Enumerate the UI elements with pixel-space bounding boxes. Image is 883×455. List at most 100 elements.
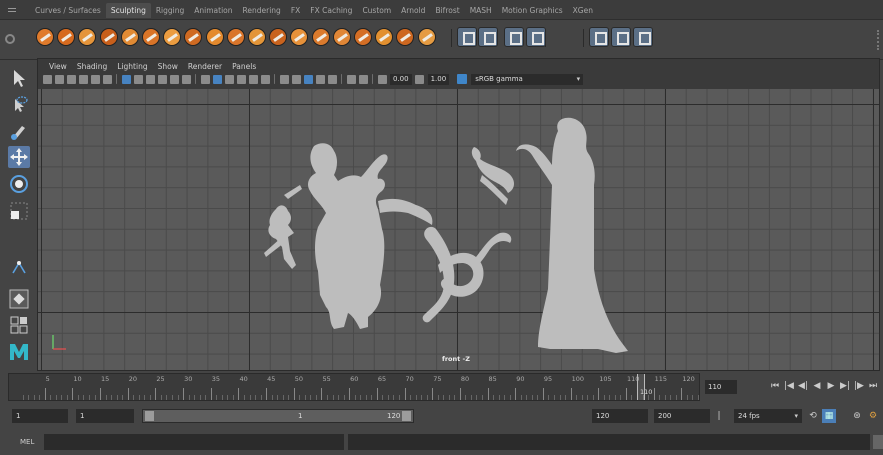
sculpt-tool-icon[interactable] bbox=[375, 28, 394, 46]
freeze-icon[interactable] bbox=[457, 27, 477, 47]
shelf-tab[interactable]: MASH bbox=[465, 3, 497, 18]
select-tool-icon[interactable] bbox=[8, 67, 30, 89]
shelf-tab[interactable]: Custom bbox=[357, 3, 396, 18]
playback-start-field[interactable]: 1 bbox=[76, 409, 134, 423]
sculpt-tool-icon[interactable] bbox=[248, 28, 266, 46]
viewport-menu-panels[interactable]: Panels bbox=[227, 61, 261, 72]
isolate-select-icon[interactable] bbox=[200, 74, 210, 84]
animation-end-field[interactable]: 200 bbox=[654, 409, 710, 423]
grid-toggle-icon[interactable] bbox=[102, 74, 112, 84]
sculpt-tool-icon[interactable] bbox=[78, 28, 97, 46]
shadows-icon[interactable] bbox=[181, 74, 191, 84]
viewport-menu-show[interactable]: Show bbox=[153, 61, 183, 72]
gamma-icon[interactable] bbox=[415, 74, 425, 84]
field-chart-icon[interactable] bbox=[346, 74, 356, 84]
step-forward-key-icon[interactable]: |▶ bbox=[852, 379, 866, 393]
sculpt-tool-icon[interactable] bbox=[36, 28, 54, 46]
sculpt-settings-icon[interactable] bbox=[478, 27, 498, 47]
invert-freeze-icon[interactable] bbox=[526, 27, 546, 47]
command-language-label[interactable]: MEL bbox=[20, 438, 34, 446]
step-back-frame-icon[interactable]: ◀| bbox=[796, 379, 810, 393]
convert-to-mesh-icon[interactable] bbox=[589, 27, 609, 47]
sculpt-geometry-icon[interactable] bbox=[611, 27, 631, 47]
loop-icon[interactable]: ⟲ bbox=[806, 409, 820, 423]
shelf-tab[interactable]: FX bbox=[286, 3, 305, 18]
viewport-menu-lighting[interactable]: Lighting bbox=[112, 61, 152, 72]
sculpt-tool-icon[interactable] bbox=[120, 28, 139, 46]
depth-of-field-icon[interactable] bbox=[291, 74, 301, 84]
color-management-icon[interactable] bbox=[457, 74, 468, 84]
exposure-field[interactable]: 0.00 bbox=[390, 73, 412, 85]
shelf-options-icon[interactable] bbox=[5, 34, 15, 44]
step-back-key-icon[interactable]: |◀ bbox=[782, 379, 796, 393]
grease-pencil-icon[interactable] bbox=[90, 74, 100, 84]
move-tool-icon[interactable] bbox=[8, 146, 30, 168]
sculpt-tool-icon[interactable] bbox=[184, 28, 203, 46]
sculpt-tool-icon[interactable] bbox=[396, 28, 415, 46]
exposure-icon[interactable] bbox=[377, 74, 387, 84]
shelf-tab[interactable]: Sculpting bbox=[105, 3, 151, 18]
scale-tool-icon[interactable] bbox=[8, 200, 30, 222]
playback-end-field[interactable]: 120 bbox=[592, 409, 648, 423]
shelf-tab[interactable]: Animation bbox=[189, 3, 237, 18]
sculpt-tool-icon[interactable] bbox=[354, 28, 372, 46]
ambient-occlusion-icon[interactable] bbox=[248, 74, 258, 84]
film-gate-icon[interactable] bbox=[303, 74, 313, 84]
sculpt-tool-icon[interactable] bbox=[99, 28, 118, 46]
xray-joints-icon[interactable] bbox=[224, 74, 234, 84]
gate-mask-icon[interactable] bbox=[327, 74, 337, 84]
play-forwards-icon[interactable]: ▶ bbox=[824, 379, 838, 393]
rotate-tool-icon[interactable] bbox=[8, 173, 30, 195]
camera-attributes-icon[interactable] bbox=[42, 74, 52, 84]
wireframe-icon[interactable] bbox=[121, 74, 131, 84]
image-plane-icon[interactable] bbox=[66, 74, 76, 84]
viewport-menu-view[interactable]: View bbox=[44, 61, 72, 72]
sculpt-deformer-icon[interactable] bbox=[633, 27, 653, 47]
command-input[interactable] bbox=[44, 434, 344, 450]
range-end-handle[interactable] bbox=[402, 411, 411, 421]
script-editor-button[interactable] bbox=[873, 435, 883, 449]
shelf-menu-icon[interactable] bbox=[8, 8, 16, 12]
sculpt-tool-icon[interactable] bbox=[226, 28, 245, 46]
current-frame-field[interactable]: 110 bbox=[705, 380, 737, 394]
single-pane-layout-icon[interactable] bbox=[8, 288, 30, 310]
step-forward-frame-icon[interactable]: ▶| bbox=[838, 379, 852, 393]
sculpt-tool-icon[interactable] bbox=[417, 28, 436, 46]
sculpt-tool-icon[interactable] bbox=[311, 28, 330, 46]
xray-components-icon[interactable] bbox=[236, 74, 246, 84]
range-slider[interactable]: 1 120 bbox=[142, 409, 414, 423]
motion-blur-icon[interactable] bbox=[260, 74, 270, 84]
shelf-tab[interactable]: Rendering bbox=[238, 3, 286, 18]
animation-preferences-icon[interactable]: ⚙ bbox=[866, 409, 880, 423]
go-to-end-icon[interactable]: ⏭ bbox=[866, 379, 880, 393]
viewport-menu-shading[interactable]: Shading bbox=[72, 61, 112, 72]
sculpt-tool-icon[interactable] bbox=[269, 28, 288, 46]
wireframe-on-shaded-icon[interactable] bbox=[145, 74, 155, 84]
textured-icon[interactable] bbox=[157, 74, 167, 84]
safe-action-icon[interactable] bbox=[358, 74, 368, 84]
graph-editor-icon[interactable]: ▦ bbox=[822, 409, 836, 423]
viewport-menu-renderer[interactable]: Renderer bbox=[183, 61, 227, 72]
shelf-tab[interactable]: Curves / Surfaces bbox=[30, 3, 106, 18]
multisample-aa-icon[interactable] bbox=[279, 74, 289, 84]
shelf-tab[interactable]: Motion Graphics bbox=[497, 3, 568, 18]
sculpt-tool-icon[interactable] bbox=[205, 28, 224, 46]
shelf-scroll-handle[interactable] bbox=[877, 30, 881, 50]
go-to-start-icon[interactable]: ⏮ bbox=[768, 379, 782, 393]
shelf-tab[interactable]: Rigging bbox=[151, 3, 189, 18]
xray-icon[interactable] bbox=[212, 74, 222, 84]
shelf-tab[interactable]: Bifrost bbox=[430, 3, 464, 18]
camera-bookmark-icon[interactable] bbox=[54, 74, 64, 84]
fps-select[interactable]: 24 fps bbox=[734, 409, 802, 423]
play-backwards-icon[interactable]: ◀ bbox=[810, 379, 824, 393]
mask-icon[interactable] bbox=[504, 27, 524, 47]
shelf-tab[interactable]: FX Caching bbox=[305, 3, 357, 18]
gamma-field[interactable]: 1.00 bbox=[427, 73, 450, 85]
lasso-tool-icon[interactable] bbox=[8, 94, 30, 116]
range-start-handle[interactable] bbox=[145, 411, 154, 421]
sculpt-tool-icon[interactable] bbox=[163, 28, 182, 46]
use-lights-icon[interactable] bbox=[169, 74, 179, 84]
auto-key-icon[interactable]: ⊛ bbox=[850, 409, 864, 423]
sculpt-tool-icon[interactable] bbox=[142, 28, 160, 46]
view-transform-select[interactable]: sRGB gamma bbox=[471, 73, 584, 85]
